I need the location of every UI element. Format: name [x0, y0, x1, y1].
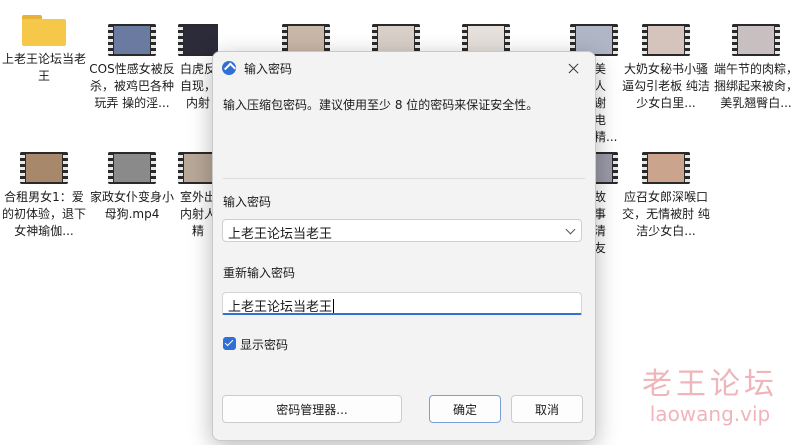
- desktop-video-file[interactable]: 家政女仆变身小母狗.mp4: [88, 148, 176, 223]
- video-thumbnail-icon: [20, 152, 68, 184]
- file-label: 大奶女秘书小骚逼勾引老板 纯洁少女白里...: [622, 62, 710, 110]
- show-password-checkbox[interactable]: [223, 337, 236, 350]
- desktop-folder[interactable]: 上老王论坛当老王: [0, 8, 88, 85]
- confirm-password-label: 重新输入密码: [223, 266, 296, 280]
- file-label: COS性感女被反杀，被鸡巴各种玩弄 操的淫...: [89, 62, 175, 110]
- video-thumbnail-icon: [642, 152, 690, 184]
- video-thumbnail-icon: [642, 24, 690, 56]
- password-label: 输入密码: [223, 195, 272, 209]
- file-label: 上老王论坛当老王: [1, 52, 86, 83]
- close-button[interactable]: [553, 53, 593, 83]
- ok-button[interactable]: 确定: [429, 395, 501, 423]
- watermark-url: laowang.vip: [649, 402, 771, 426]
- show-password-label: 显示密码: [240, 338, 289, 352]
- dialog-description: 输入压缩包密码。建议使用至少 8 位的密码来保证安全性。: [223, 98, 539, 112]
- password-combobox[interactable]: 上老王论坛当老王: [222, 219, 582, 242]
- desktop-video-file[interactable]: 大奶女秘书小骚逼勾引老板 纯洁少女白里...: [622, 20, 710, 112]
- desktop-video-file[interactable]: 端午节的肉粽，捆绑起来被肏，美乳翘臀白...: [712, 20, 800, 112]
- password-manager-button[interactable]: 密码管理器...: [222, 395, 402, 423]
- desktop-video-file[interactable]: 合租男女1：爱的初体验，退下女神瑜伽...: [0, 148, 88, 240]
- file-label: 家政女仆变身小母狗.mp4: [89, 190, 174, 221]
- confirm-password-value: 上老王论坛当老王: [228, 300, 333, 315]
- chevron-down-icon[interactable]: [565, 224, 576, 235]
- text-caret: [333, 299, 335, 313]
- folder-icon: [22, 12, 66, 46]
- video-thumbnail-icon: [108, 152, 156, 184]
- confirm-password-input[interactable]: 上老王论坛当老王: [222, 292, 582, 315]
- divider: [223, 178, 585, 179]
- video-thumbnail-icon: [108, 24, 156, 56]
- app-icon: [222, 61, 236, 75]
- file-label: 合租男女1：爱的初体验，退下女神瑜伽...: [1, 190, 86, 238]
- file-label: 端午节的肉粽，捆绑起来被肏，美乳翘臀白...: [713, 62, 798, 110]
- dialog-titlebar[interactable]: 输入密码: [213, 52, 595, 84]
- dialog-title: 输入密码: [244, 62, 293, 76]
- desktop-video-file[interactable]: COS性感女被反杀，被鸡巴各种玩弄 操的淫...: [88, 20, 176, 112]
- desktop-video-file[interactable]: 应召女郎深喉口交，无情被肘 纯洁少女白...: [622, 148, 710, 240]
- cancel-button[interactable]: 取消: [511, 395, 583, 423]
- video-thumbnail-icon: [178, 24, 218, 56]
- watermark-title: 老王论坛: [642, 367, 778, 402]
- video-thumbnail-icon: [732, 24, 780, 56]
- password-dialog: 输入密码 输入压缩包密码。建议使用至少 8 位的密码来保证安全性。 输入密码 上…: [212, 51, 596, 441]
- password-value: 上老王论坛当老王: [228, 227, 333, 242]
- watermark: 老王论坛 laowang.vip: [642, 367, 778, 427]
- close-icon: [568, 63, 579, 74]
- file-label: 应召女郎深喉口交，无情被肘 纯洁少女白...: [622, 190, 710, 238]
